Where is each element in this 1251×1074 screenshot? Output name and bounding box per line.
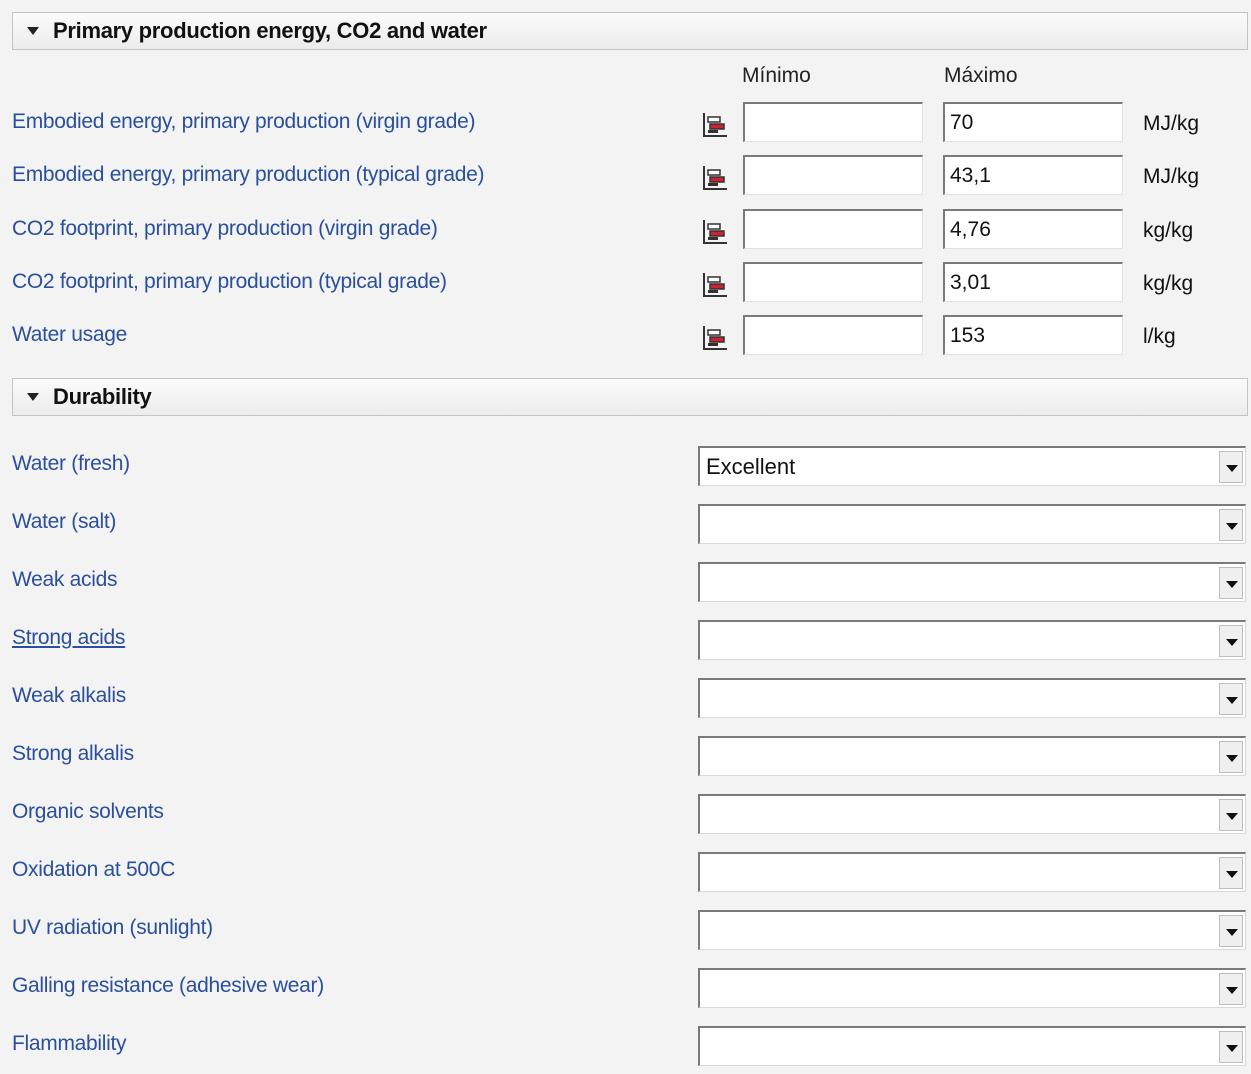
column-header-min: Mínimo (742, 64, 811, 87)
durability-select-oxidation-500c[interactable] (698, 852, 1246, 892)
dropdown-arrow-icon[interactable] (1219, 857, 1243, 889)
select-value: Excellent (706, 454, 796, 479)
chart-view-icon[interactable] (701, 324, 729, 352)
max-input-co2-virgin[interactable] (943, 209, 1123, 249)
section-title: Primary production energy, CO2 and water (53, 18, 487, 43)
durability-label-weak-acids[interactable]: Weak acids (12, 568, 117, 592)
durability-select-organic-solvents[interactable] (698, 794, 1246, 834)
durability-label-water-fresh[interactable]: Water (fresh) (12, 452, 130, 476)
section-title: Durability (53, 384, 152, 409)
chart-view-icon[interactable] (701, 111, 729, 139)
min-input-embodied-energy-virgin[interactable] (743, 102, 923, 142)
durability-label-organic-solvents[interactable]: Organic solvents (12, 800, 164, 824)
unit-label: kg/kg (1143, 219, 1194, 242)
column-header-max: Máximo (944, 64, 1018, 87)
max-input-embodied-energy-virgin[interactable] (943, 102, 1123, 142)
min-input-co2-virgin[interactable] (743, 209, 923, 249)
durability-label-weak-alkalis[interactable]: Weak alkalis (12, 684, 126, 708)
durability-label-oxidation-500c[interactable]: Oxidation at 500C (12, 858, 175, 882)
min-input-water-usage[interactable] (743, 315, 923, 355)
durability-select-galling-resistance[interactable] (698, 968, 1246, 1008)
durability-select-strong-acids[interactable] (698, 620, 1246, 660)
unit-label: MJ/kg (1143, 165, 1200, 188)
min-input-embodied-energy-typical[interactable] (743, 155, 923, 195)
dropdown-arrow-icon[interactable] (1219, 625, 1243, 657)
durability-label-uv-radiation[interactable]: UV radiation (sunlight) (12, 916, 213, 940)
collapse-triangle-icon[interactable] (27, 27, 39, 35)
collapse-triangle-icon[interactable] (27, 393, 39, 401)
section-header-primary-production[interactable]: Primary production energy, CO2 and water (12, 12, 1248, 50)
unit-label: MJ/kg (1143, 112, 1200, 135)
dropdown-arrow-icon[interactable] (1219, 973, 1243, 1005)
min-input-co2-typical[interactable] (743, 262, 923, 302)
property-label-embodied-energy-virgin[interactable]: Embodied energy, primary production (vir… (12, 110, 475, 134)
chart-view-icon[interactable] (701, 271, 729, 299)
durability-label-galling-resistance[interactable]: Galling resistance (adhesive wear) (12, 974, 324, 998)
durability-select-weak-alkalis[interactable] (698, 678, 1246, 718)
property-label-embodied-energy-typical[interactable]: Embodied energy, primary production (typ… (12, 163, 485, 187)
property-label-co2-typical[interactable]: CO2 footprint, primary production (typic… (12, 270, 447, 294)
chart-view-icon[interactable] (701, 164, 729, 192)
durability-label-strong-acids[interactable]: Strong acids (12, 626, 125, 650)
property-label-co2-virgin[interactable]: CO2 footprint, primary production (virgi… (12, 217, 438, 241)
durability-label-strong-alkalis[interactable]: Strong alkalis (12, 742, 134, 766)
dropdown-arrow-icon[interactable] (1219, 915, 1243, 947)
durability-label-flammability[interactable]: Flammability (12, 1032, 127, 1056)
unit-label: l/kg (1143, 325, 1176, 348)
property-label-water-usage[interactable]: Water usage (12, 323, 127, 347)
max-input-co2-typical[interactable] (943, 262, 1123, 302)
dropdown-arrow-icon[interactable] (1219, 683, 1243, 715)
durability-select-water-fresh[interactable]: Excellent (698, 446, 1246, 486)
durability-select-strong-alkalis[interactable] (698, 736, 1246, 776)
dropdown-arrow-icon[interactable] (1219, 567, 1243, 599)
durability-label-water-salt[interactable]: Water (salt) (12, 510, 116, 534)
dropdown-arrow-icon[interactable] (1219, 451, 1243, 483)
dropdown-arrow-icon[interactable] (1219, 741, 1243, 773)
unit-label: kg/kg (1143, 272, 1194, 295)
section-header-durability[interactable]: Durability (12, 378, 1248, 416)
durability-select-water-salt[interactable] (698, 504, 1246, 544)
dropdown-arrow-icon[interactable] (1219, 799, 1243, 831)
dropdown-arrow-icon[interactable] (1219, 509, 1243, 541)
max-input-water-usage[interactable] (943, 315, 1123, 355)
max-input-embodied-energy-typical[interactable] (943, 155, 1123, 195)
durability-select-uv-radiation[interactable] (698, 910, 1246, 950)
durability-select-flammability[interactable] (698, 1026, 1246, 1066)
dropdown-arrow-icon[interactable] (1219, 1031, 1243, 1063)
chart-view-icon[interactable] (701, 218, 729, 246)
durability-select-weak-acids[interactable] (698, 562, 1246, 602)
